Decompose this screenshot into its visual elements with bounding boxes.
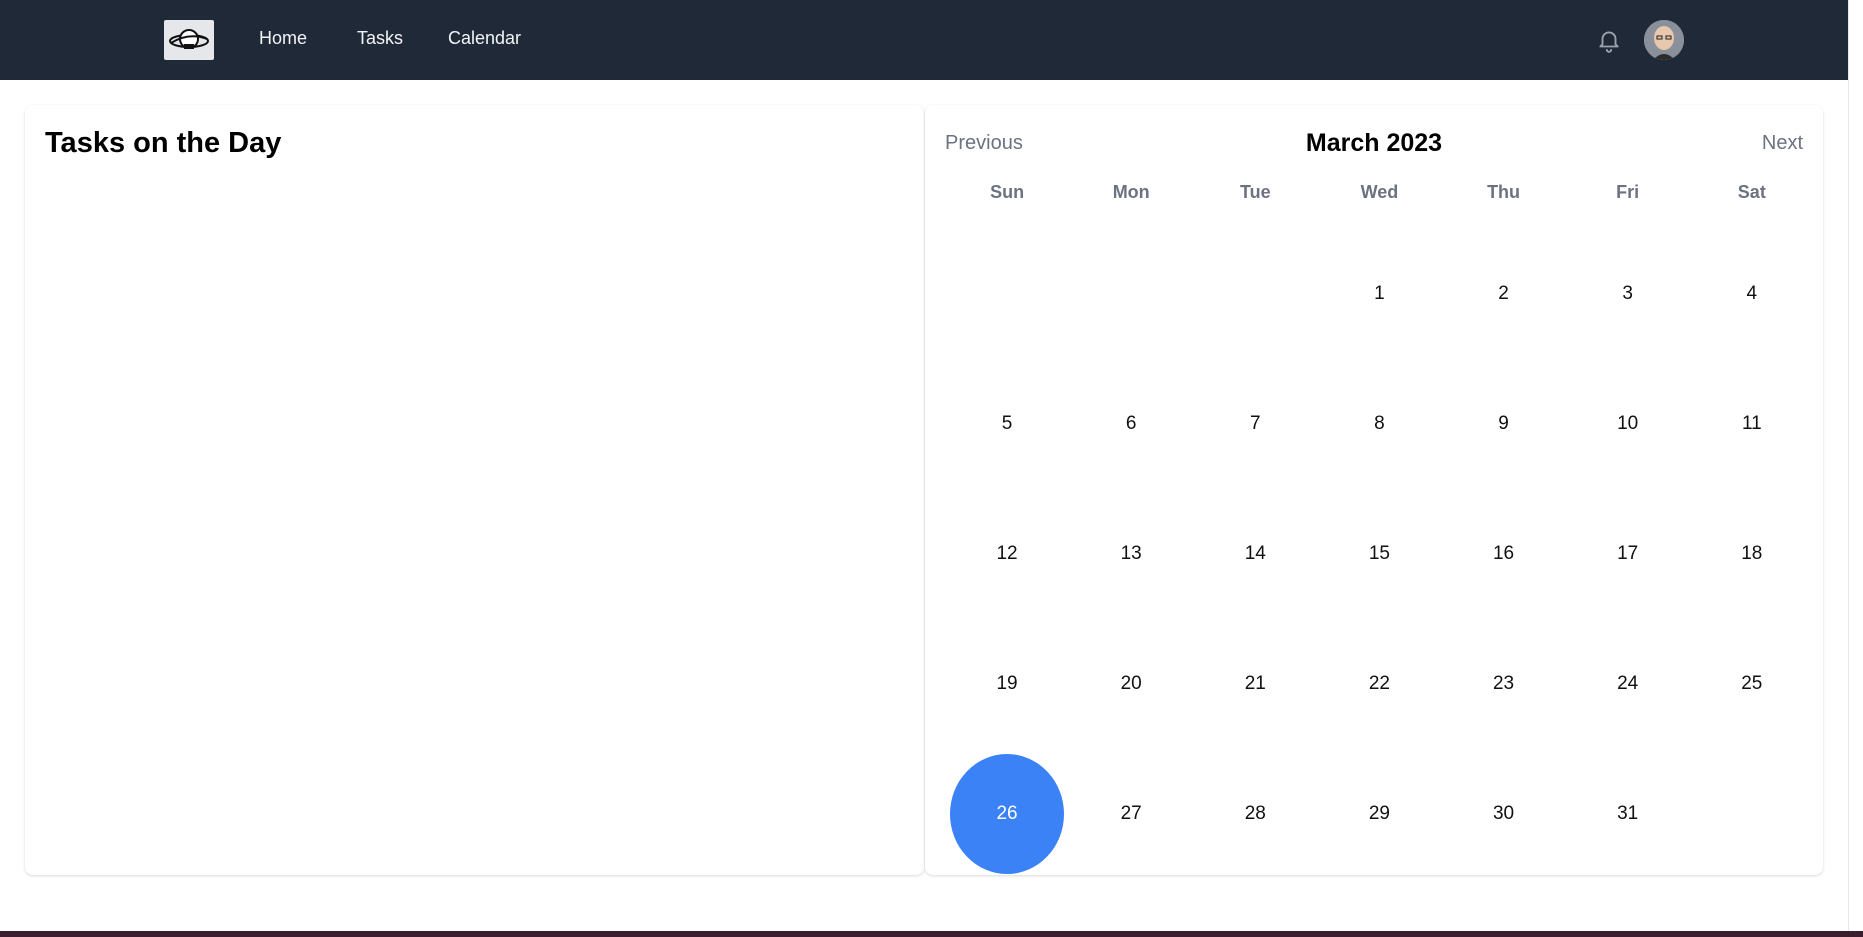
calendar-day-16[interactable]: 16 <box>1442 489 1566 619</box>
calendar-previous-button[interactable]: Previous <box>945 132 1023 155</box>
calendar-day-number: 22 <box>1368 673 1390 694</box>
calendar-day-number: 10 <box>1617 413 1639 434</box>
calendar-day-5[interactable]: 5 <box>945 359 1069 489</box>
calendar-empty-cell <box>1193 229 1317 359</box>
calendar-day-number: 6 <box>1125 413 1137 434</box>
calendar-day-grid: 1 2 3 4 5 6 7 8 9 10 11 12 13 14 15 16 17 18 19 20 21 22 23 24 2… <box>945 229 1814 879</box>
calendar-day-number: 19 <box>996 673 1018 694</box>
calendar-empty-cell <box>945 229 1069 359</box>
calendar-day-number: 30 <box>1492 803 1515 824</box>
calendar-day-number: 17 <box>1617 543 1639 564</box>
calendar-day-number: 1 <box>1374 283 1385 304</box>
app-root: Home Tasks Calendar Tasks on the Day Pre… <box>0 0 1848 937</box>
calendar-weekday-row: Sun Mon Tue Wed Thu Fri Sat <box>945 182 1814 216</box>
calendar-day-14[interactable]: 14 <box>1193 489 1317 619</box>
calendar-day-25[interactable]: 25 <box>1690 619 1814 749</box>
calendar-day-number: 14 <box>1244 543 1266 564</box>
calendar-day-26[interactable]: 26 <box>945 749 1069 879</box>
calendar-day-12[interactable]: 12 <box>945 489 1069 619</box>
calendar-day-number: 5 <box>1001 413 1013 434</box>
weekday-mon: Mon <box>1112 182 1150 202</box>
calendar-day-13[interactable]: 13 <box>1069 489 1193 619</box>
weekday-tue: Tue <box>1239 182 1271 202</box>
calendar-day-8[interactable]: 8 <box>1317 359 1441 489</box>
calendar-day-number: 25 <box>1741 673 1763 694</box>
calendar-day-number: 15 <box>1368 543 1390 564</box>
nav-home-link[interactable]: Home <box>259 28 307 49</box>
calendar-month-label: March 2023 <box>1305 129 1443 157</box>
window-right-edge <box>1848 0 1863 937</box>
calendar-day-10[interactable]: 10 <box>1566 359 1690 489</box>
calendar-next-button[interactable]: Next <box>1762 132 1803 155</box>
calendar-day-number: 11 <box>1741 413 1762 434</box>
calendar-day-23[interactable]: 23 <box>1442 619 1566 749</box>
calendar-day-17[interactable]: 17 <box>1566 489 1690 619</box>
calendar-day-24[interactable]: 24 <box>1566 619 1690 749</box>
calendar-day-19[interactable]: 19 <box>945 619 1069 749</box>
calendar-day-number: 28 <box>1244 803 1266 824</box>
calendar-day-number: 4 <box>1746 283 1758 304</box>
calendar-day-30[interactable]: 30 <box>1442 749 1566 879</box>
calendar-day-29[interactable]: 29 <box>1317 749 1441 879</box>
calendar-day-number: 27 <box>1120 803 1142 824</box>
calendar-day-number: 23 <box>1492 673 1515 694</box>
calendar-day-18[interactable]: 18 <box>1690 489 1814 619</box>
weekday-sat: Sat <box>1737 182 1766 202</box>
calendar-day-number: 12 <box>996 543 1018 564</box>
top-navbar: Home Tasks Calendar <box>0 0 1848 80</box>
calendar-day-11[interactable]: 11 <box>1690 359 1814 489</box>
nav-calendar-link[interactable]: Calendar <box>448 28 521 49</box>
user-avatar[interactable] <box>1644 20 1684 60</box>
calendar-day-number: 20 <box>1120 673 1142 694</box>
weekday-thu: Thu <box>1487 182 1521 202</box>
calendar-day-number: 13 <box>1120 543 1142 564</box>
calendar-empty-cell <box>1069 229 1193 359</box>
calendar-day-number: 18 <box>1741 543 1763 564</box>
calendar-day-number: 8 <box>1374 413 1385 434</box>
calendar-day-9[interactable]: 9 <box>1442 359 1566 489</box>
calendar-day-number: 3 <box>1622 283 1633 304</box>
calendar-panel: Previous March 2023 Next Sun Mon Tue Wed Thu… <box>925 105 1823 875</box>
calendar-day-number: 21 <box>1244 673 1266 694</box>
weekday-sun: Sun <box>990 182 1025 202</box>
calendar-day-3[interactable]: 3 <box>1566 229 1690 359</box>
calendar-day-number: 16 <box>1492 543 1515 564</box>
calendar-day-27[interactable]: 27 <box>1069 749 1193 879</box>
calendar-day-20[interactable]: 20 <box>1069 619 1193 749</box>
calendar-day-1[interactable]: 1 <box>1317 229 1441 359</box>
tasks-on-day-panel: Tasks on the Day <box>25 105 924 875</box>
weekday-wed: Wed <box>1360 182 1399 202</box>
calendar-day-7[interactable]: 7 <box>1193 359 1317 489</box>
calendar-day-15[interactable]: 15 <box>1317 489 1441 619</box>
calendar-day-2[interactable]: 2 <box>1442 229 1566 359</box>
planet-logo-icon[interactable] <box>164 20 214 60</box>
nav-tasks-link[interactable]: Tasks <box>357 28 403 49</box>
calendar-day-number: 2 <box>1498 283 1509 304</box>
calendar-day-number: 7 <box>1250 413 1261 434</box>
tasks-panel-title: Tasks on the Day <box>45 127 282 159</box>
calendar-day-6[interactable]: 6 <box>1069 359 1193 489</box>
calendar-day-number: 31 <box>1617 803 1639 824</box>
desktop-taskbar-edge <box>0 931 1863 937</box>
notification-bell-icon[interactable] <box>1596 27 1622 53</box>
calendar-day-4[interactable]: 4 <box>1690 229 1814 359</box>
calendar-day-number: 26 <box>950 754 1065 874</box>
calendar-day-22[interactable]: 22 <box>1317 619 1441 749</box>
calendar-day-31[interactable]: 31 <box>1566 749 1690 879</box>
calendar-day-number: 24 <box>1617 673 1639 694</box>
calendar-day-21[interactable]: 21 <box>1193 619 1317 749</box>
calendar-day-number: 29 <box>1368 803 1390 824</box>
calendar-day-number: 9 <box>1498 413 1509 434</box>
calendar-day-28[interactable]: 28 <box>1193 749 1317 879</box>
weekday-fri: Fri <box>1616 182 1640 202</box>
